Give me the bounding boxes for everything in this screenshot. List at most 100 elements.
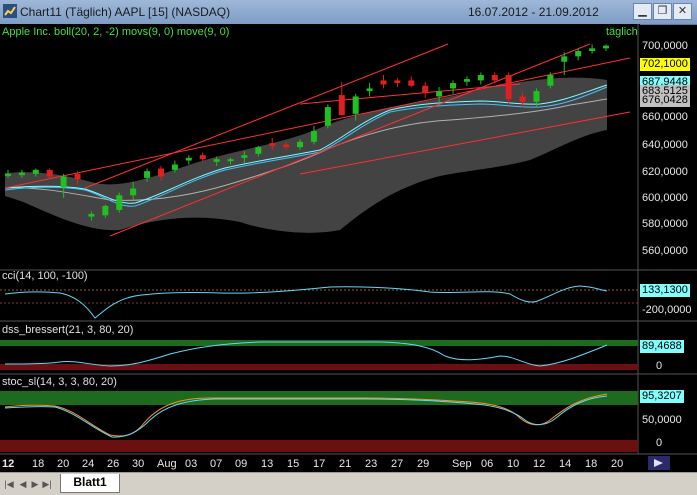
period-label: täglich [606, 26, 638, 38]
x-tick-label: 09 [235, 458, 248, 470]
x-tick-label: 03 [185, 458, 198, 470]
candle-body [130, 188, 137, 196]
y-tick-label: 640,0000 [642, 139, 688, 151]
stoch-oversold-zone [0, 440, 638, 452]
candle-body [60, 176, 67, 188]
chart-canvas[interactable] [0, 0, 697, 472]
candle-body [310, 131, 317, 142]
candle-body [199, 155, 206, 160]
candle-body [547, 75, 554, 86]
x-tick-label: 21 [339, 458, 352, 470]
candle-body [436, 91, 443, 97]
y-tick-label: 600,0000 [642, 192, 688, 204]
candle-body [32, 169, 39, 174]
x-tick-label: 24 [82, 458, 95, 470]
candle-body [185, 157, 192, 161]
candle-body [533, 91, 540, 102]
candle [324, 104, 331, 129]
y-tick-label: 560,0000 [642, 245, 688, 257]
candle-body [477, 75, 484, 81]
dss-panel-label: dss_bressert(21, 3, 80, 20) [2, 324, 134, 336]
x-tick-label: 10 [507, 458, 520, 470]
candle-body [603, 45, 609, 49]
candle-body [227, 159, 234, 162]
x-tick-label: 29 [417, 458, 430, 470]
last-sheet-icon[interactable]: ▶| [42, 478, 52, 490]
candle-body [463, 79, 470, 82]
next-sheet-icon[interactable]: ▶ [30, 478, 40, 490]
cci-value-tag: 133,1300 [640, 284, 690, 297]
stoch-y-tick: 50,0000 [642, 414, 682, 426]
x-tick-label: 13 [261, 458, 274, 470]
cci-line [4, 285, 608, 319]
x-tick-label: 07 [210, 458, 223, 470]
x-tick-label: 26 [107, 458, 120, 470]
candle-body [171, 164, 178, 170]
x-tick-label: 18 [32, 458, 45, 470]
candle-body [491, 75, 498, 81]
prev-sheet-icon[interactable]: ◀ [18, 478, 28, 490]
candle-body [324, 107, 331, 126]
y-tick-label: 700,0000 [642, 40, 688, 52]
candle-body [144, 171, 151, 178]
candle-body [157, 168, 164, 177]
candle-body [394, 80, 401, 84]
x-tick-label: 15 [287, 458, 300, 470]
candle-body [46, 169, 53, 177]
x-tick-label: 18 [585, 458, 598, 470]
candle-body [116, 195, 123, 210]
candle-body [338, 95, 345, 116]
x-tick-label: Aug [157, 458, 177, 470]
y-tick-label: 580,0000 [642, 218, 688, 230]
first-sheet-icon[interactable]: |◀ [4, 478, 14, 490]
scroll-right-icon[interactable] [648, 456, 670, 470]
candle-body [408, 80, 415, 86]
dss-value-tag: 89,4688 [640, 340, 684, 353]
candle-body [422, 85, 429, 93]
x-tick-label: 06 [481, 458, 494, 470]
candle [46, 168, 53, 178]
x-tick-label: 27 [391, 458, 404, 470]
candle-body [366, 88, 373, 92]
candle-body [505, 75, 512, 100]
candle-body [519, 96, 526, 102]
x-tick-label: 12 [2, 458, 15, 470]
last-price-tag: 702,1000 [640, 58, 690, 71]
candle-body [283, 144, 290, 148]
cci-panel-label: cci(14, 100, -100) [2, 270, 88, 282]
x-tick-label: 12 [533, 458, 546, 470]
move-value-tag: 676,0428 [640, 94, 690, 107]
stoch-value-tag: 95,3207 [640, 390, 684, 403]
candle [116, 192, 123, 213]
candle-body [102, 205, 109, 216]
sheet-tab-bar: |◀ ◀ ▶ ▶| Blatt1 [0, 472, 697, 495]
candle-body [380, 80, 387, 85]
sheet-tab-blatt1[interactable]: Blatt1 [60, 474, 120, 493]
x-tick-label: 20 [57, 458, 70, 470]
candle-body [269, 143, 276, 146]
y-tick-label: 620,0000 [642, 166, 688, 178]
y-tick-label: 660,0000 [642, 111, 688, 123]
x-tick-label: 14 [559, 458, 572, 470]
candle-body [450, 83, 457, 89]
candle-body [18, 172, 25, 176]
candle-body [241, 155, 248, 158]
candle-body [74, 173, 81, 180]
stoch-panel-label: stoc_sl(14, 3, 3, 80, 20) [2, 376, 117, 388]
dss-y-tick: 0 [656, 360, 663, 372]
candle-body [589, 48, 596, 52]
candle-body [561, 56, 568, 62]
x-tick-label: 30 [132, 458, 145, 470]
dss-overbought-zone [0, 340, 638, 346]
x-tick-label: Sep [452, 458, 472, 470]
x-tick-label: 20 [611, 458, 624, 470]
stoch-y-tick: 0 [656, 437, 663, 449]
candle-body [297, 141, 304, 148]
candle-body [575, 51, 582, 57]
candle-body [5, 173, 11, 176]
x-tick-label: 17 [313, 458, 326, 470]
x-tick-label: 23 [365, 458, 378, 470]
cci-y-tick: -200,0000 [642, 304, 692, 316]
candle-body [88, 213, 95, 217]
candle-body [352, 96, 359, 114]
